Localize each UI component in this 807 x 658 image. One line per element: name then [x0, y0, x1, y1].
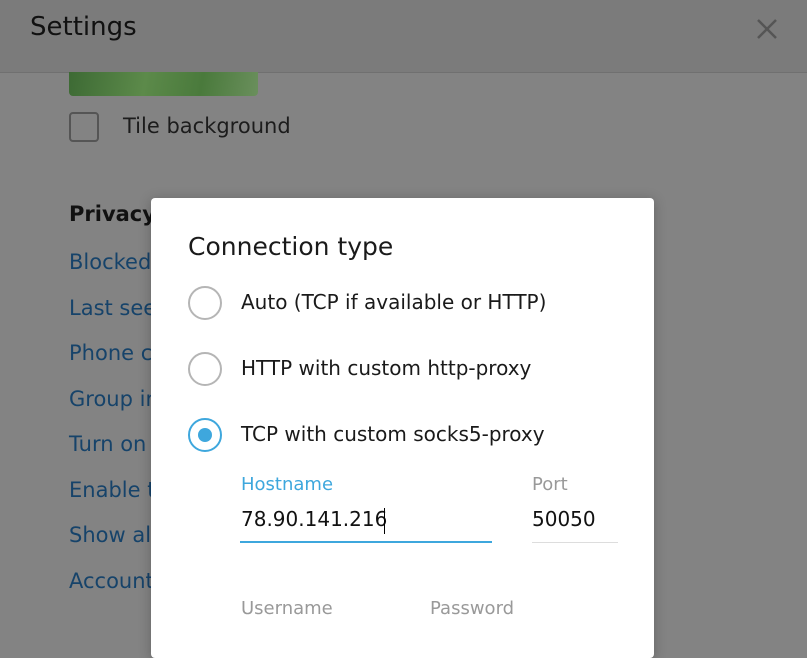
dialog-title: Connection type	[188, 232, 394, 261]
username-label: Username	[241, 598, 333, 619]
privacy-link-last-seen[interactable]: Last see	[69, 296, 156, 320]
radio-auto-label[interactable]: Auto (TCP if available or HTTP)	[241, 290, 546, 314]
hostname-label: Hostname	[241, 474, 334, 495]
radio-http-proxy-label[interactable]: HTTP with custom http-proxy	[241, 356, 531, 380]
privacy-link-phone[interactable]: Phone c	[69, 341, 152, 365]
port-label: Port	[532, 474, 568, 495]
settings-header: Settings	[0, 0, 807, 73]
privacy-link-show-all[interactable]: Show al	[69, 523, 151, 547]
radio-auto[interactable]	[188, 286, 222, 320]
privacy-link-group[interactable]: Group in	[69, 387, 159, 411]
password-label: Password	[430, 598, 515, 619]
radio-socks5-proxy-label[interactable]: TCP with custom socks5-proxy	[241, 422, 545, 446]
hostname-input[interactable]	[241, 507, 491, 531]
privacy-link-account[interactable]: Account	[69, 569, 154, 593]
privacy-section-title: Privacy	[69, 202, 156, 226]
privacy-link-turn-on[interactable]: Turn on	[69, 432, 146, 456]
background-thumbnail[interactable]	[69, 72, 258, 96]
privacy-link-enable[interactable]: Enable t	[69, 478, 155, 502]
connection-type-dialog: Connection type Auto (TCP if available o…	[151, 198, 654, 658]
page-title: Settings	[30, 12, 137, 42]
privacy-link-blocked[interactable]: Blocked	[69, 250, 151, 274]
port-input[interactable]	[532, 507, 617, 531]
radio-http-proxy[interactable]	[188, 352, 222, 386]
close-icon[interactable]	[752, 14, 782, 44]
port-underline	[532, 542, 618, 543]
text-caret	[384, 508, 385, 534]
tile-background-label: Tile background	[123, 114, 291, 138]
radio-socks5-proxy[interactable]	[188, 418, 222, 452]
hostname-underline	[240, 541, 492, 543]
tile-background-checkbox[interactable]	[69, 112, 99, 142]
